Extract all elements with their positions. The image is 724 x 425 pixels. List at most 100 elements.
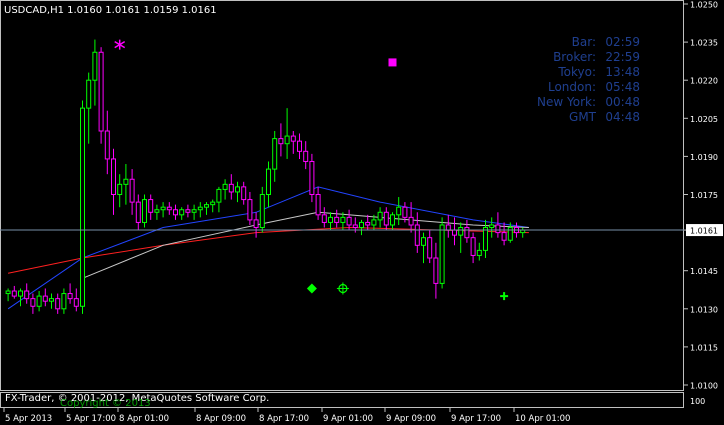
candle-body [18, 290, 23, 297]
candle-body [433, 257, 439, 284]
price-tick: 1.0220 [684, 77, 718, 86]
candle-body [328, 216, 333, 223]
price-tick: 1.0145 [684, 267, 718, 276]
candle-body [340, 216, 346, 223]
time-tick-label: 5 Apr 17:00 [66, 414, 116, 424]
candle-body [452, 229, 457, 236]
candle-body [49, 298, 54, 302]
candle-body [321, 214, 327, 223]
candle-body [266, 168, 271, 196]
price-tick: 1.0100 [684, 382, 718, 391]
candle-body [352, 224, 358, 229]
candle-body [421, 237, 426, 246]
price-tick-label: 1.0190 [690, 153, 718, 162]
candle-body [272, 138, 278, 170]
candle-body [42, 295, 48, 302]
candle-body [414, 224, 420, 246]
price-tick-current: 1.0161 [684, 224, 723, 237]
candle-body [36, 295, 42, 307]
candle-body [445, 224, 451, 231]
time-tick-label: 10 Apr 01:00 [515, 414, 570, 424]
candle-body [253, 219, 259, 229]
candle-body [303, 150, 309, 162]
candle-body [464, 227, 470, 239]
candle-body [123, 178, 129, 185]
candle-body [24, 290, 30, 300]
candle-body [86, 79, 92, 109]
candle-body [179, 209, 185, 216]
clock-value-newyork: 00:48 [605, 95, 640, 109]
candle-body [365, 221, 371, 226]
candle-body [507, 227, 513, 241]
candle-body [439, 224, 445, 284]
candle-body [73, 298, 79, 307]
candle-body [371, 219, 377, 226]
clock-value-tokyo: 13:48 [605, 65, 640, 79]
candle-body [98, 51, 104, 132]
candle-body [129, 178, 135, 203]
time-tick-label: 5 Apr 2013 [5, 414, 52, 424]
clock-value-bar: 02:59 [605, 35, 640, 49]
copyright-overlay: Copyright © 2013 [60, 398, 151, 409]
candle-body [135, 201, 141, 223]
candle-body [483, 227, 488, 251]
time-tick-label: 8 Apr 17:00 [259, 414, 309, 424]
candle-body [402, 206, 408, 218]
candle-body [278, 138, 284, 145]
chart-header: USDCAD,H1 1.0160 1.0161 1.0159 1.0161 [4, 5, 217, 16]
candle-body [104, 130, 110, 160]
candle-body [259, 194, 265, 229]
candle-body [92, 51, 98, 81]
candle-body [458, 227, 464, 236]
candle-body [228, 183, 234, 193]
clock-label-newyork: New York: [537, 95, 596, 109]
candle-body [297, 140, 302, 152]
candle-body [185, 209, 191, 213]
candle-body [55, 298, 61, 310]
candle-body [501, 232, 507, 241]
candle-body [315, 194, 321, 216]
clock-value-london: 05:48 [605, 80, 640, 94]
candle-body [346, 216, 352, 226]
candle-body [408, 216, 414, 226]
candle-body [67, 293, 73, 300]
price-tick-label: 1.0145 [690, 267, 718, 276]
price-tick: 1.0175 [684, 191, 718, 200]
candle-body [5, 290, 11, 295]
price-tick: 1.0205 [684, 115, 718, 124]
candle-body [173, 209, 178, 216]
candle-body [166, 206, 172, 211]
time-tick-label: 9 Apr 17:00 [451, 414, 501, 424]
candle-body [247, 199, 253, 221]
price-tick-label: 1.0235 [690, 39, 718, 48]
time-tick-label: 8 Apr 09:00 [196, 414, 246, 424]
clock-label-bar: Bar: [572, 35, 596, 49]
candle-body [142, 199, 147, 223]
candle-body [61, 293, 67, 310]
clock-label-gmt: GMT [569, 110, 597, 124]
price-tick: 1.0235 [684, 39, 718, 48]
price-chart[interactable]: 1.0250 1.0235 1.0220 1.0205 1.0190 1.0175 1.01… [0, 0, 724, 425]
price-tick: 1.0190 [684, 153, 718, 162]
candle-body [476, 249, 482, 256]
candle-body [154, 209, 160, 213]
candle-body [334, 216, 340, 223]
clock-value-broker: 22:59 [605, 50, 640, 64]
candle-body [117, 183, 123, 195]
candle-body [284, 135, 290, 145]
time-tick-label: 8 Apr 01:00 [119, 414, 169, 424]
candle-body [383, 211, 389, 226]
clock-label-london: London: [548, 80, 596, 94]
price-tick-label: 1.0175 [690, 191, 718, 200]
candle-body [470, 237, 476, 256]
price-tick: 1.0250 [684, 1, 718, 10]
candle-body [222, 183, 228, 190]
candle-body [241, 186, 247, 201]
candle-body [210, 201, 216, 206]
marker-square [388, 58, 397, 67]
candle-body [235, 186, 240, 193]
candle-body [160, 206, 166, 211]
candle-body [290, 135, 296, 142]
clock-label-tokyo: Tokyo: [557, 65, 596, 79]
clock-label-broker: Broker: [553, 50, 596, 64]
